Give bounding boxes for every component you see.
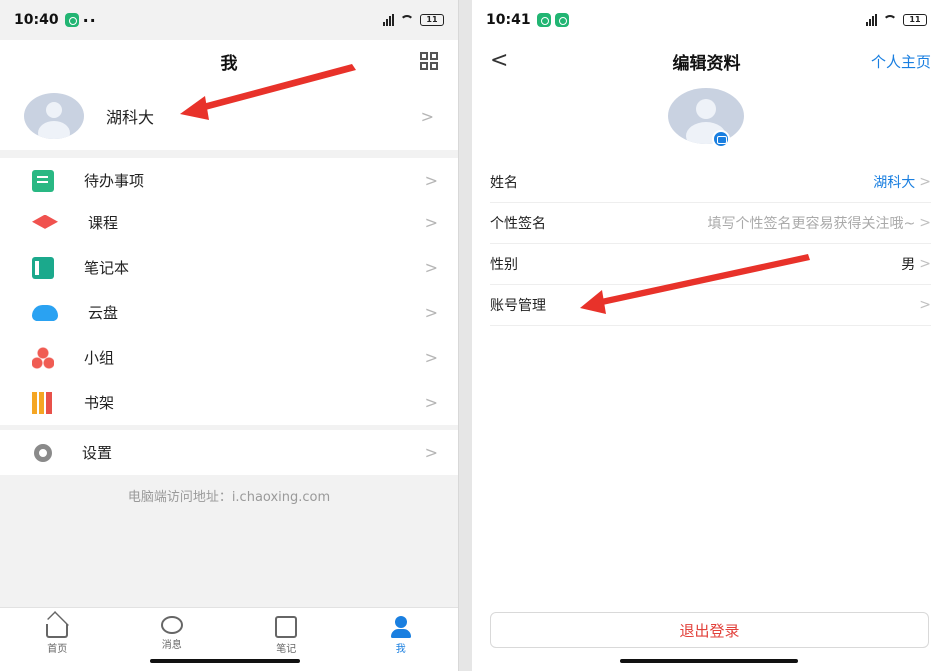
tab-label: 笔记 <box>276 644 297 655</box>
message-icon <box>160 616 183 634</box>
field-label: 姓名 <box>490 175 518 191</box>
menu-item-label: 小组 <box>84 349 115 367</box>
status-time: 10:40 <box>14 12 59 28</box>
menu-item-todo[interactable]: 待办事项 > <box>0 158 458 203</box>
tab-label: 消息 <box>161 640 182 651</box>
avatar <box>24 93 84 139</box>
wifi-icon <box>400 15 414 25</box>
menu-group-settings: 设置 > <box>0 430 458 475</box>
field-account-management[interactable]: 账号管理 > <box>490 285 931 326</box>
me-screen: 10:40 ·· 11 我 湖科大 > 待办事项 > 课程 > 笔记本 > 云盘… <box>0 0 459 671</box>
logout-button[interactable]: 退出登录 <box>490 612 929 648</box>
page-title: 我 <box>220 53 238 74</box>
bookshelf-icon <box>32 391 54 414</box>
back-button[interactable]: < <box>490 48 508 73</box>
person-icon <box>390 616 412 638</box>
bottom-tab-bar: 首页 消息 笔记 我 <box>0 607 458 671</box>
menu-item-label: 笔记本 <box>84 259 130 277</box>
battery-icon: 11 <box>903 14 927 26</box>
menu-item-label: 书架 <box>84 394 115 412</box>
chevron-right-icon: > <box>919 174 931 190</box>
avatar <box>668 88 744 144</box>
chevron-right-icon: > <box>424 393 438 412</box>
group-icon <box>32 346 54 369</box>
notification-icon <box>64 13 79 27</box>
cloud-icon <box>32 304 58 321</box>
profile-fields: 姓名 湖科大 > 个性签名 填写个性签名更容易获得关注哦~ > 性别 男 > 账… <box>490 162 931 326</box>
field-label: 账号管理 <box>490 298 546 314</box>
menu-item-course[interactable]: 课程 > <box>0 200 458 245</box>
menu-item-notebook[interactable]: 笔记本 > <box>0 245 458 290</box>
web-access-url: 电脑端访问地址：i.chaoxing.com <box>127 490 331 505</box>
notification-icon <box>536 13 551 27</box>
chevron-right-icon: > <box>424 348 438 367</box>
tab-home[interactable]: 首页 <box>0 608 115 671</box>
menu-group-main: 课程 > 笔记本 > 云盘 > 小组 > 书架 > <box>0 200 458 425</box>
signal-icon <box>383 14 394 26</box>
chevron-right-icon: > <box>420 106 434 126</box>
notebook-icon <box>32 256 54 279</box>
chevron-right-icon: > <box>424 443 438 462</box>
battery-icon: 11 <box>420 14 444 26</box>
gear-icon <box>34 443 52 462</box>
top-nav: 我 <box>0 40 458 82</box>
avatar-upload[interactable] <box>668 88 744 148</box>
screenshot-stage: 10:40 ·· 11 我 湖科大 > 待办事项 > 课程 > 笔记本 > 云盘… <box>0 0 941 671</box>
page-title: 编辑资料 <box>672 53 741 74</box>
menu-item-cloud[interactable]: 云盘 > <box>0 290 458 335</box>
field-name[interactable]: 姓名 湖科大 > <box>490 162 931 203</box>
graduation-cap-icon <box>32 214 58 229</box>
signal-icon <box>866 14 877 26</box>
menu-item-label: 课程 <box>88 214 119 232</box>
note-edit-icon <box>275 616 298 638</box>
profile-home-link[interactable]: 个人主页 <box>871 51 931 72</box>
status-bar: 10:40 ·· 11 <box>0 0 458 40</box>
menu-item-label: 待办事项 <box>84 172 145 190</box>
menu-item-label: 云盘 <box>88 304 119 322</box>
home-icon <box>46 624 69 638</box>
status-time: 10:41 <box>486 12 531 28</box>
tab-label: 我 <box>395 644 406 655</box>
field-gender[interactable]: 性别 男 > <box>490 244 931 285</box>
notification-icon <box>554 13 569 27</box>
field-value: 填写个性签名更容易获得关注哦~ <box>707 216 916 232</box>
camera-icon <box>712 130 730 148</box>
chevron-right-icon: > <box>919 256 931 272</box>
menu-item-group[interactable]: 小组 > <box>0 335 458 380</box>
home-indicator <box>620 659 798 663</box>
profile-row[interactable]: 湖科大 > <box>0 82 458 150</box>
home-indicator <box>150 659 300 663</box>
field-value: 男 <box>901 257 916 273</box>
field-signature[interactable]: 个性签名 填写个性签名更容易获得关注哦~ > <box>490 203 931 244</box>
chevron-right-icon: > <box>424 303 438 322</box>
field-label: 个性签名 <box>490 216 546 232</box>
top-nav: < 编辑资料 个人主页 <box>472 40 941 82</box>
chevron-right-icon: > <box>424 258 438 277</box>
tab-me[interactable]: 我 <box>344 608 459 671</box>
edit-profile-screen: 10:41 11 < 编辑资料 个人主页 姓名 湖科大 > 个性签名 填写个性签… <box>472 0 941 671</box>
status-dots: ·· <box>82 10 97 30</box>
qr-code-icon[interactable] <box>420 52 438 70</box>
chevron-right-icon: > <box>424 213 438 232</box>
profile-name: 湖科大 <box>106 108 155 127</box>
chevron-right-icon: > <box>919 297 931 313</box>
status-bar: 10:41 11 <box>472 0 941 40</box>
menu-item-label: 设置 <box>82 444 113 462</box>
menu-item-bookshelf[interactable]: 书架 > <box>0 380 458 425</box>
field-value: 湖科大 <box>873 175 916 191</box>
menu-group-todo: 待办事项 > <box>0 158 458 203</box>
todo-icon <box>32 169 54 192</box>
screen-divider <box>459 0 472 671</box>
field-label: 性别 <box>490 257 518 273</box>
wifi-icon <box>883 15 897 25</box>
chevron-right-icon: > <box>424 171 438 190</box>
menu-item-settings[interactable]: 设置 > <box>0 430 458 475</box>
chevron-right-icon: > <box>919 215 931 231</box>
tab-label: 首页 <box>47 644 68 655</box>
